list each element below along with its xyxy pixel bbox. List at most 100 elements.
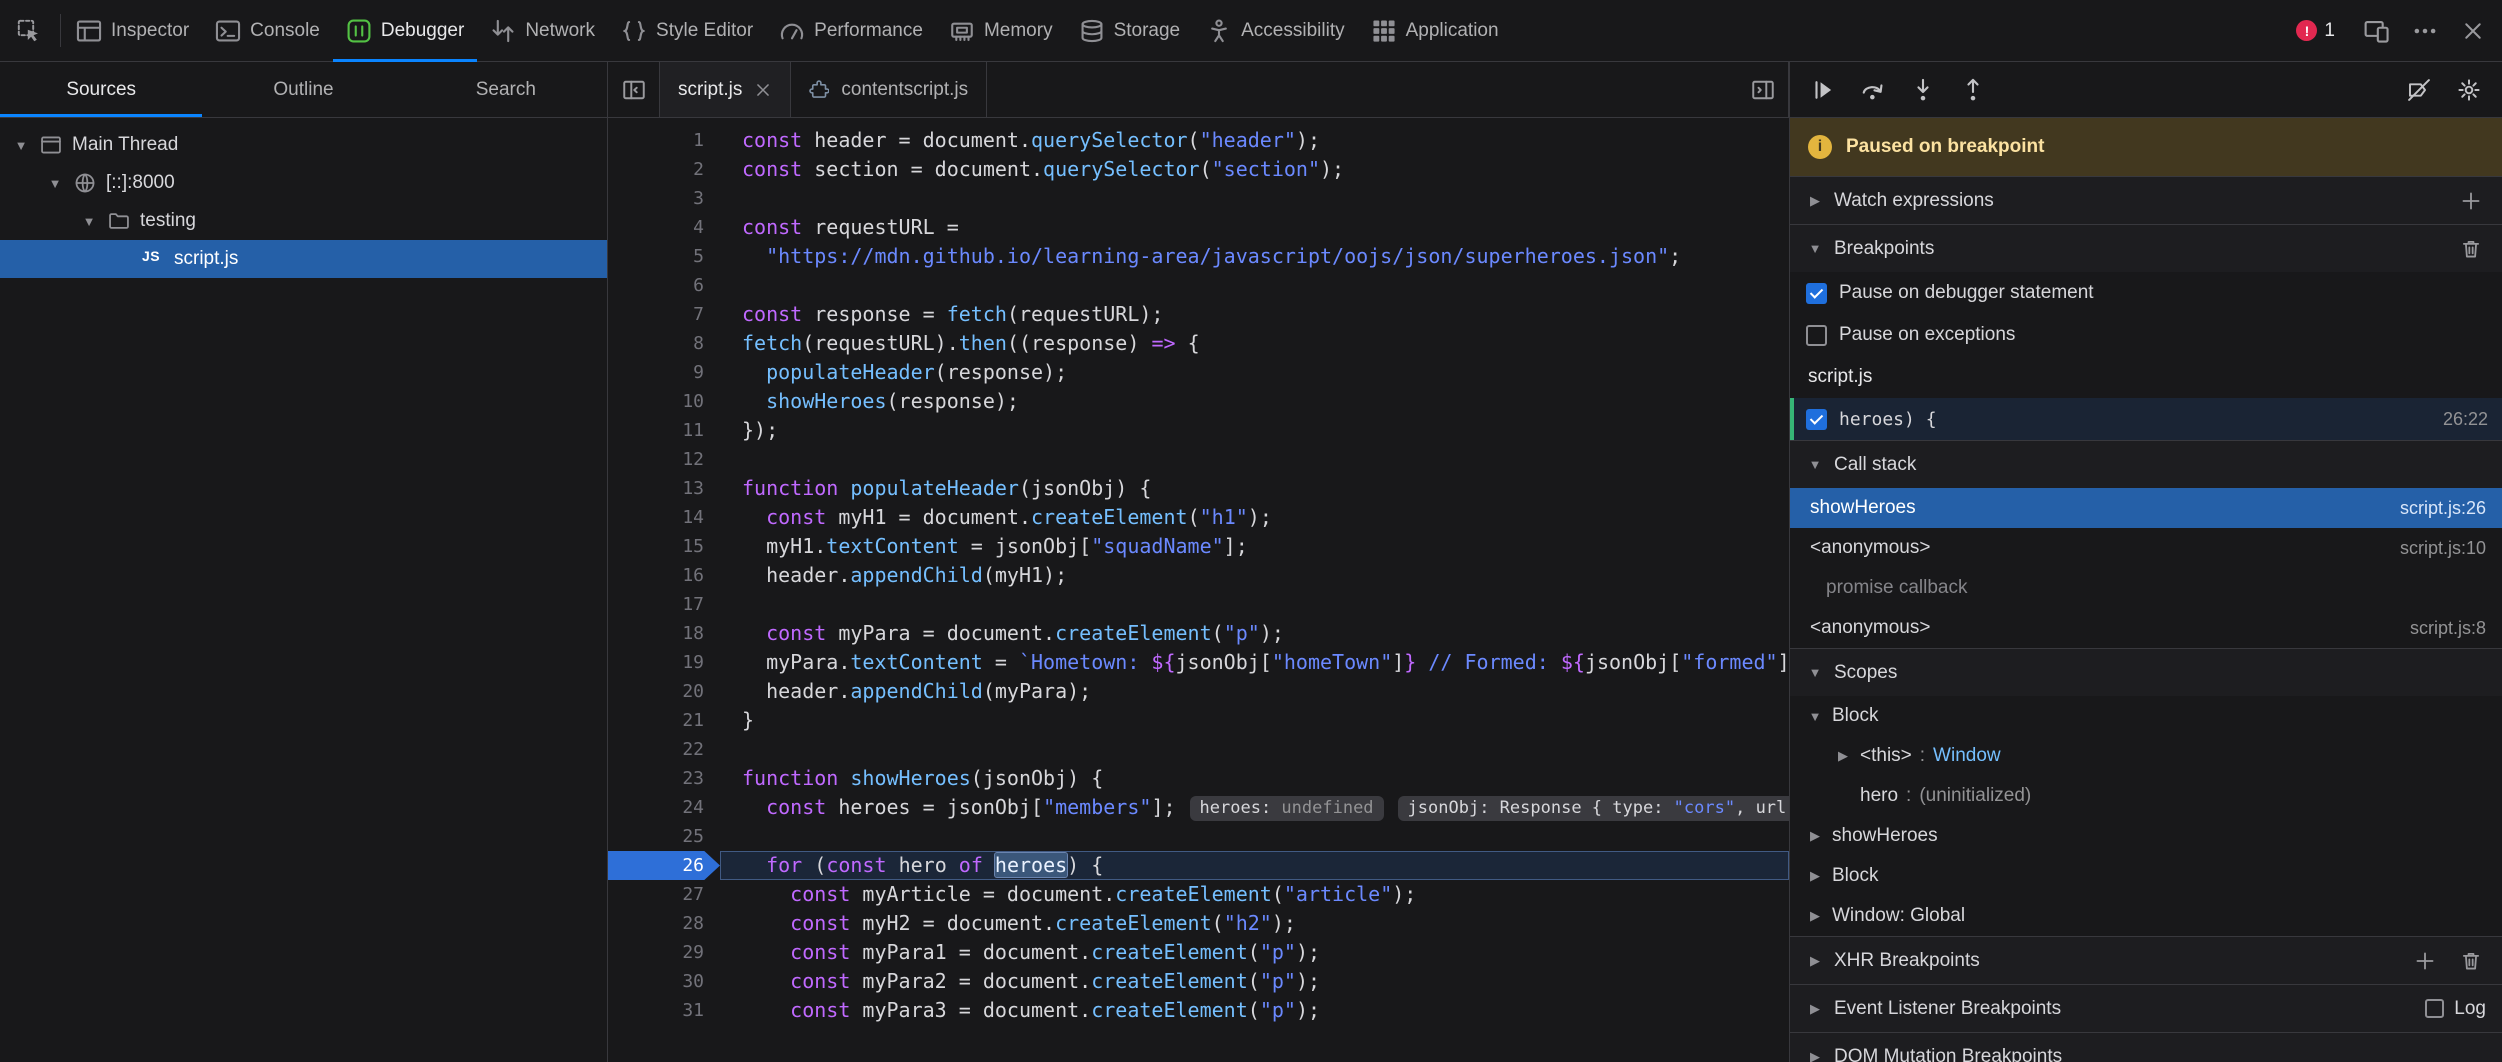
- add-watch-expression-button[interactable]: [2456, 186, 2486, 216]
- line-number[interactable]: 6: [608, 271, 720, 300]
- scope-row-block[interactable]: Block: [1790, 696, 2502, 736]
- devtools-tab-network[interactable]: Network: [477, 0, 608, 61]
- expand-panes-button[interactable]: [1737, 62, 1789, 117]
- line-number[interactable]: 21: [608, 706, 720, 735]
- devtools-tab-application[interactable]: Application: [1358, 0, 1512, 61]
- line-number[interactable]: 27: [608, 880, 720, 909]
- chevron-down-icon[interactable]: [12, 138, 30, 153]
- devtools-tab-memory[interactable]: Memory: [936, 0, 1066, 61]
- breakpoint-item[interactable]: heroes) { 26:22: [1790, 398, 2502, 440]
- scope-row-showheroes[interactable]: showHeroes: [1790, 816, 2502, 856]
- line-number[interactable]: 17: [608, 590, 720, 619]
- tab-search[interactable]: Search: [405, 62, 607, 117]
- dom-mutation-breakpoints-header[interactable]: DOM Mutation Breakpoints: [1790, 1032, 2502, 1062]
- debugger-settings-button[interactable]: [2446, 67, 2492, 113]
- line-number[interactable]: 28: [608, 909, 720, 938]
- chevron-right-icon[interactable]: [1806, 868, 1824, 884]
- close-devtools-button[interactable]: [2450, 0, 2496, 61]
- line-number[interactable]: 15: [608, 532, 720, 561]
- devtools-tab-style-editor[interactable]: Style Editor: [608, 0, 766, 61]
- line-number[interactable]: 13: [608, 474, 720, 503]
- error-count-badge[interactable]: ! 1: [2286, 20, 2345, 42]
- line-number[interactable]: 9: [608, 358, 720, 387]
- breakpoint-option-pause-on-exceptions[interactable]: Pause on exceptions: [1790, 314, 2502, 356]
- breakpoint-checkbox[interactable]: [1806, 409, 1827, 430]
- breakpoints-header[interactable]: Breakpoints: [1790, 224, 2502, 272]
- line-number[interactable]: 29: [608, 938, 720, 967]
- pick-element-button[interactable]: [0, 0, 58, 61]
- stack-frame-showheroes[interactable]: showHeroesscript.js:26: [1790, 488, 2502, 528]
- call-stack-header[interactable]: Call stack: [1790, 440, 2502, 488]
- checkbox[interactable]: [1806, 325, 1827, 346]
- step-out-button[interactable]: [1950, 67, 1996, 113]
- close-tab-icon[interactable]: [754, 81, 772, 99]
- scopes-header[interactable]: Scopes: [1790, 648, 2502, 696]
- line-number[interactable]: 7: [608, 300, 720, 329]
- scope-row-window-global[interactable]: Window: Global: [1790, 896, 2502, 936]
- line-number[interactable]: 20: [608, 677, 720, 706]
- xhr-breakpoints-header[interactable]: XHR Breakpoints: [1790, 936, 2502, 984]
- breakpoint-option-pause-on-debugger-statement[interactable]: Pause on debugger statement: [1790, 272, 2502, 314]
- breakpoint-source-label[interactable]: script.js: [1790, 356, 2502, 398]
- line-number[interactable]: 22: [608, 735, 720, 764]
- scope-row-hero[interactable]: hero: (uninitialized): [1790, 776, 2502, 816]
- toggle-sources-panel-button[interactable]: [608, 62, 660, 117]
- devtools-menu-button[interactable]: [2402, 0, 2448, 61]
- line-number[interactable]: 12: [608, 445, 720, 474]
- chevron-down-icon[interactable]: [1806, 709, 1824, 724]
- inline-variable-preview[interactable]: heroes: undefined: [1190, 796, 1384, 821]
- resume-button[interactable]: [1800, 67, 1846, 113]
- tree-item-testing[interactable]: testing: [0, 202, 607, 240]
- scope-row--this-[interactable]: <this>: Window: [1790, 736, 2502, 776]
- devtools-tab-accessibility[interactable]: Accessibility: [1193, 0, 1357, 61]
- chevron-down-icon[interactable]: [46, 176, 64, 191]
- line-number[interactable]: 5: [608, 242, 720, 271]
- paused-line-marker[interactable]: 26: [608, 851, 720, 880]
- devtools-tab-console[interactable]: Console: [202, 0, 333, 61]
- line-number[interactable]: 1: [608, 126, 720, 155]
- step-in-button[interactable]: [1900, 67, 1946, 113]
- chevron-right-icon[interactable]: [1806, 908, 1824, 924]
- log-checkbox[interactable]: [2425, 999, 2444, 1018]
- deactivate-breakpoints-button[interactable]: [2396, 67, 2442, 113]
- responsive-design-mode-button[interactable]: [2354, 0, 2400, 61]
- line-number[interactable]: 16: [608, 561, 720, 590]
- tree-item--8000[interactable]: [::]:8000: [0, 164, 607, 202]
- stack-frame-promise-callback[interactable]: promise callback: [1790, 568, 2502, 608]
- editor-tab-script-js[interactable]: script.js: [660, 62, 791, 117]
- chevron-down-icon[interactable]: [80, 214, 98, 229]
- stack-frame--anonymous-[interactable]: <anonymous>script.js:10: [1790, 528, 2502, 568]
- tab-sources[interactable]: Sources: [0, 62, 202, 117]
- tree-item-main-thread[interactable]: Main Thread: [0, 126, 607, 164]
- line-number[interactable]: 10: [608, 387, 720, 416]
- editor-tab-contentscript-js[interactable]: contentscript.js: [791, 62, 987, 117]
- step-over-button[interactable]: [1850, 67, 1896, 113]
- checkbox[interactable]: [1806, 283, 1827, 304]
- line-number[interactable]: 3: [608, 184, 720, 213]
- line-number[interactable]: 30: [608, 967, 720, 996]
- chevron-right-icon[interactable]: [1834, 748, 1852, 764]
- remove-all-breakpoints-button[interactable]: [2456, 234, 2486, 264]
- scope-row-block[interactable]: Block: [1790, 856, 2502, 896]
- tree-item-script-js[interactable]: JSscript.js: [0, 240, 607, 278]
- devtools-tab-performance[interactable]: Performance: [766, 0, 936, 61]
- tab-outline[interactable]: Outline: [202, 62, 404, 117]
- code-editor[interactable]: 1const header = document.querySelector("…: [608, 118, 1789, 1062]
- watch-expressions-header[interactable]: Watch expressions: [1790, 176, 2502, 224]
- line-number[interactable]: 14: [608, 503, 720, 532]
- devtools-tab-inspector[interactable]: Inspector: [63, 0, 202, 61]
- inline-variable-preview[interactable]: jsonObj: Response { type: "cors", url: "…: [1398, 796, 1789, 821]
- line-number[interactable]: 8: [608, 329, 720, 358]
- line-number[interactable]: 31: [608, 996, 720, 1025]
- line-number[interactable]: 4: [608, 213, 720, 242]
- line-number[interactable]: 19: [608, 648, 720, 677]
- line-number[interactable]: 23: [608, 764, 720, 793]
- devtools-tab-debugger[interactable]: Debugger: [333, 0, 477, 61]
- add-xhr-breakpoint-button[interactable]: [2410, 946, 2440, 976]
- line-number[interactable]: 2: [608, 155, 720, 184]
- remove-xhr-breakpoints-button[interactable]: [2456, 946, 2486, 976]
- line-number[interactable]: 18: [608, 619, 720, 648]
- stack-frame--anonymous-[interactable]: <anonymous>script.js:8: [1790, 608, 2502, 648]
- line-number[interactable]: 25: [608, 822, 720, 851]
- devtools-tab-storage[interactable]: Storage: [1066, 0, 1194, 61]
